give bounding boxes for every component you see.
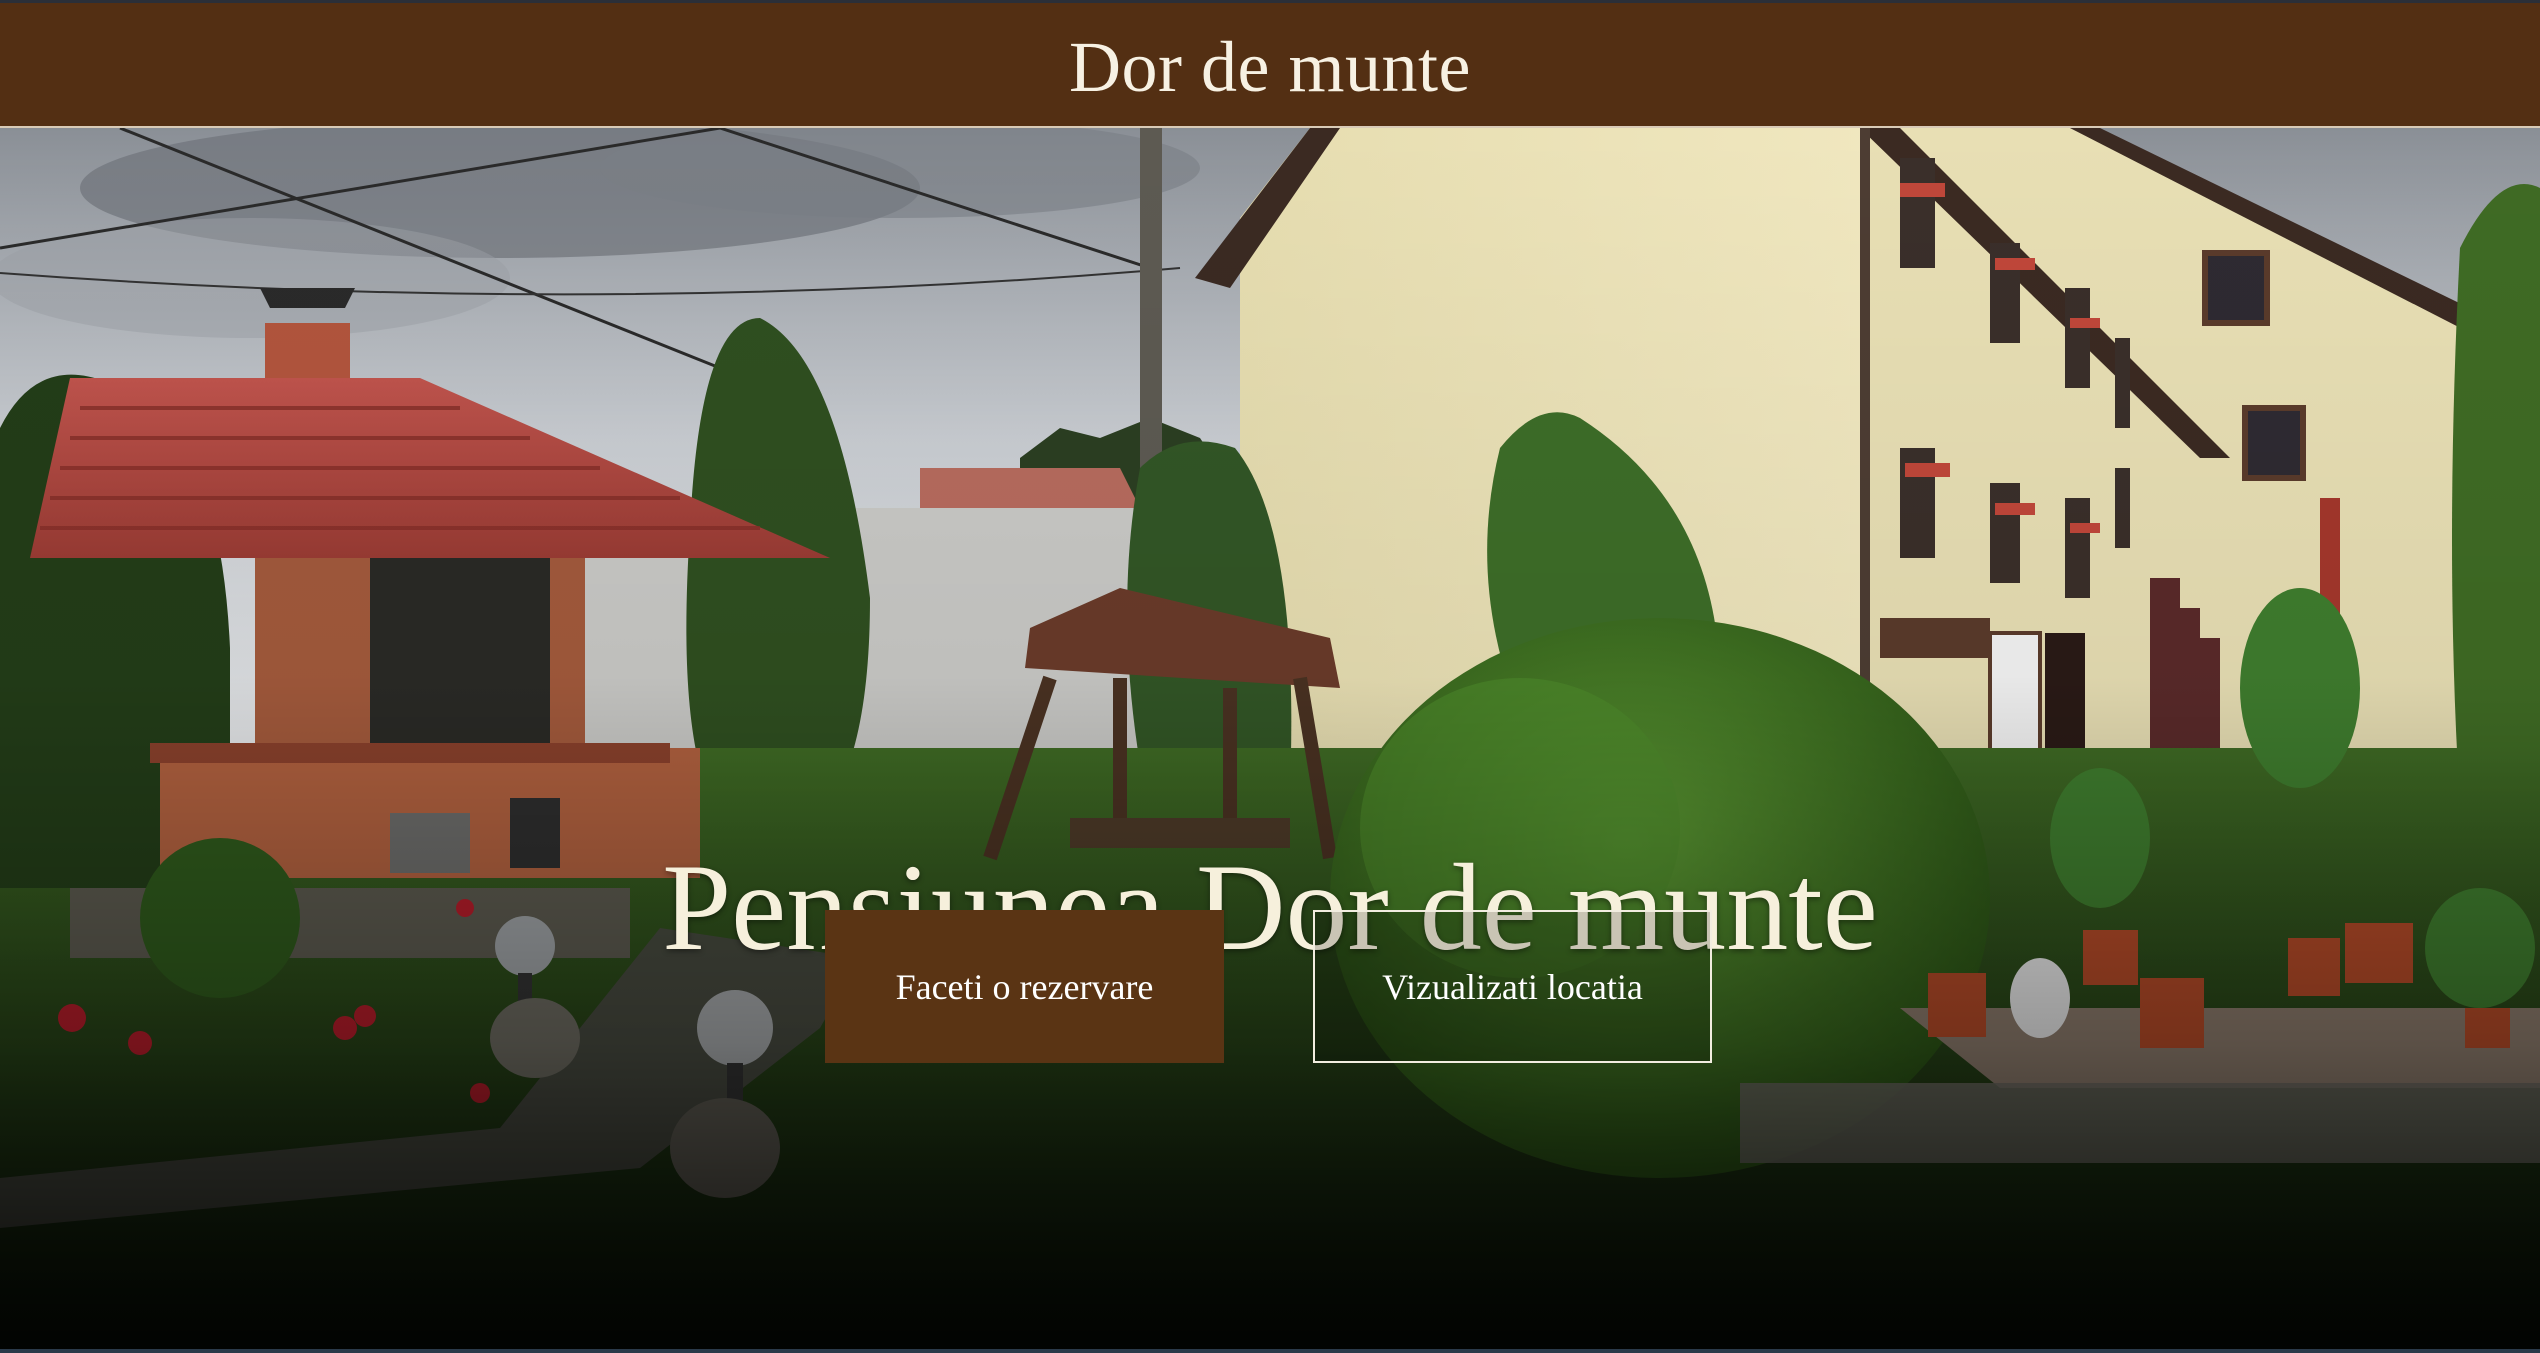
hero-gradient-overlay (0, 128, 2540, 1349)
hero-section: Pensiunea Dor de munte (0, 128, 2540, 1349)
site-title[interactable]: Dor de munte (1069, 26, 1471, 109)
site-header: Dor de munte (0, 0, 2540, 128)
make-reservation-button[interactable]: Faceti o rezervare (825, 910, 1224, 1063)
cta-buttons: Faceti o rezervare Vizualizati locatia (0, 910, 2540, 1063)
view-location-button[interactable]: Vizualizati locatia (1313, 910, 1712, 1063)
bottom-divider (0, 1349, 2540, 1353)
